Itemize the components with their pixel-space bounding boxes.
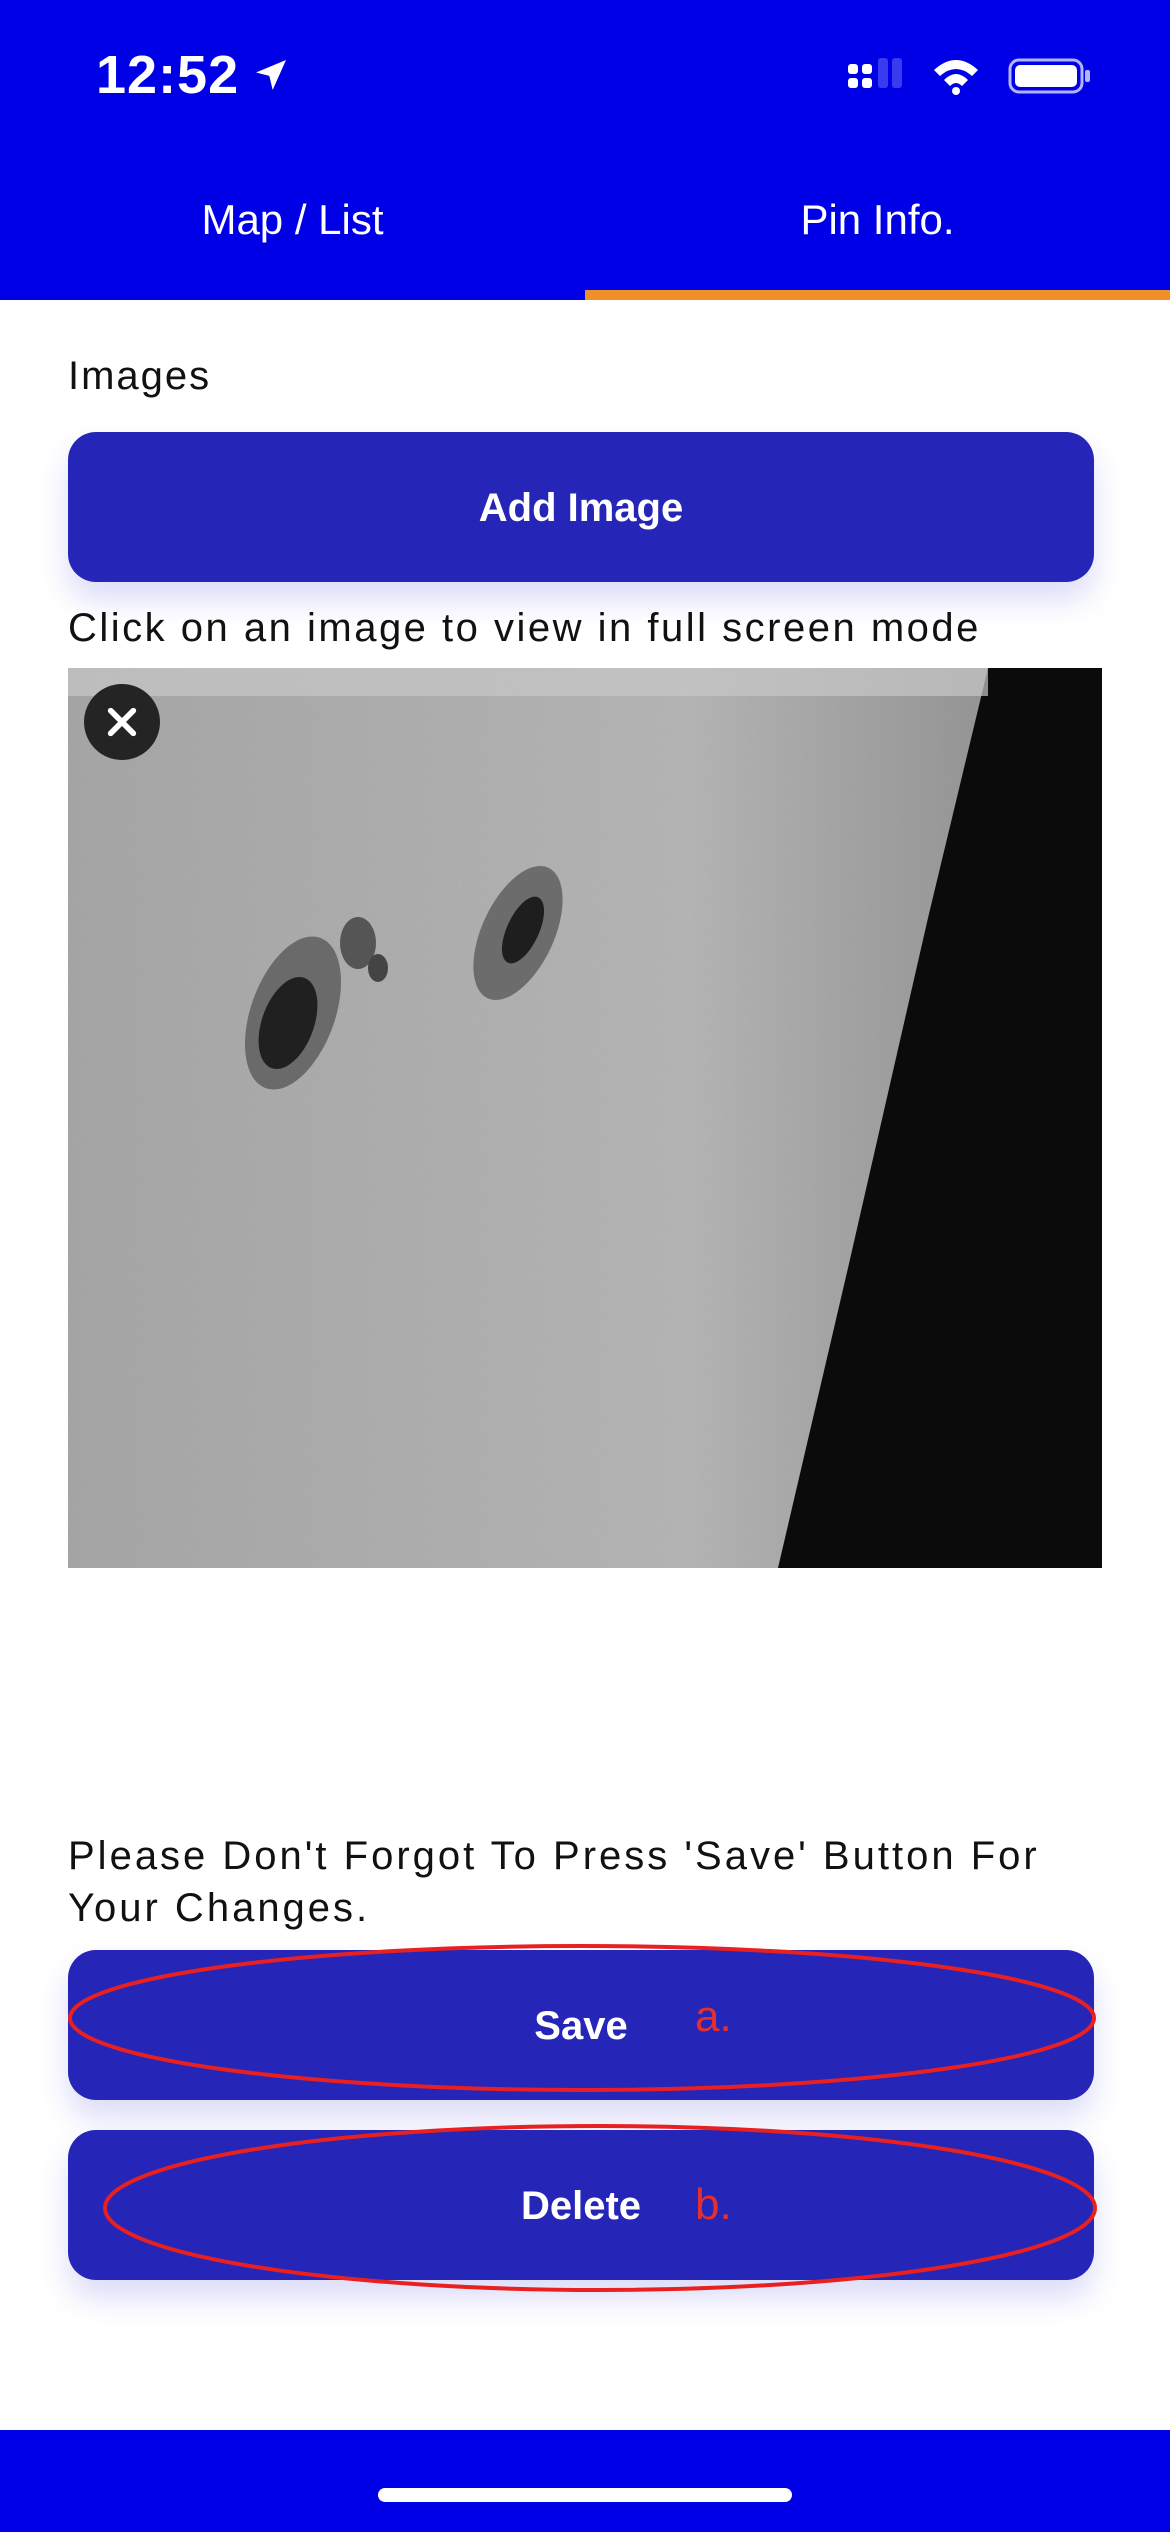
tab-pin-info[interactable]: Pin Info. bbox=[585, 170, 1170, 300]
signal-icon bbox=[848, 58, 902, 88]
delete-button[interactable]: Delete bbox=[68, 2130, 1094, 2280]
top-bar: 12:52 Map / List Pin Info. bbox=[0, 0, 1170, 300]
bottom-bar bbox=[0, 2430, 1170, 2532]
time-text: 12:52 bbox=[96, 45, 240, 105]
fullscreen-hint: Click on an image to view in full screen… bbox=[68, 606, 981, 650]
annotation-b: b. bbox=[695, 2180, 732, 2229]
tab-label: Map / List bbox=[201, 196, 384, 243]
remove-image-button[interactable] bbox=[84, 684, 160, 760]
images-section-title: Images bbox=[68, 354, 212, 398]
close-icon bbox=[107, 707, 137, 737]
add-image-button[interactable]: Add Image bbox=[68, 432, 1094, 582]
location-arrow-icon bbox=[256, 60, 287, 90]
annotation-a: a. bbox=[695, 1992, 732, 2041]
status-time: 12:52 bbox=[96, 44, 291, 106]
status-icons bbox=[844, 56, 1092, 96]
save-button[interactable]: Save bbox=[68, 1950, 1094, 2100]
wifi-icon bbox=[934, 60, 978, 95]
save-reminder: Please Don't Forgot To Press 'Save' Butt… bbox=[68, 1834, 1040, 1930]
tab-label: Pin Info. bbox=[800, 196, 955, 243]
home-indicator[interactable] bbox=[378, 2488, 792, 2502]
sunspot-image bbox=[68, 668, 1102, 1568]
tab-map-list[interactable]: Map / List bbox=[0, 170, 585, 300]
pin-image-thumbnail[interactable] bbox=[68, 668, 1102, 1568]
tab-bar: Map / List Pin Info. bbox=[0, 170, 1170, 300]
battery-icon bbox=[1008, 58, 1090, 94]
